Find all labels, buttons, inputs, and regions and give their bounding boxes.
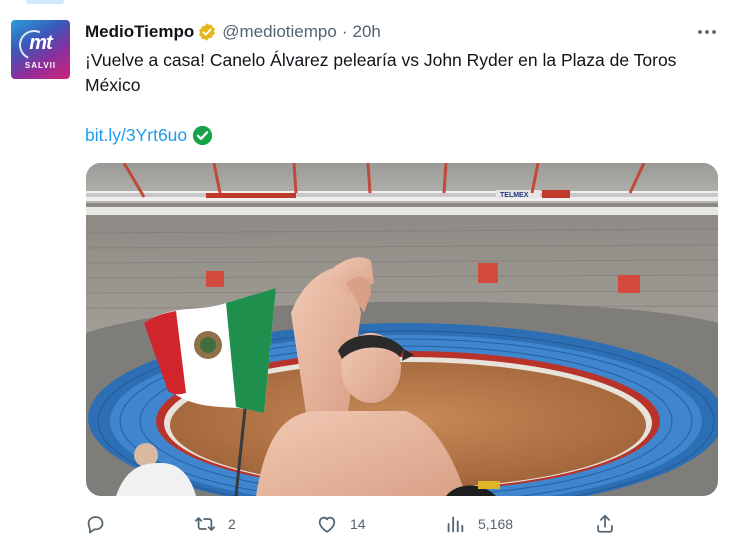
like-count: 14	[350, 516, 366, 532]
views-button[interactable]: 5,168	[444, 509, 513, 539]
repost-button[interactable]: 2	[194, 509, 236, 539]
post-header: MedioTiempo @mediotiempo · 20h	[85, 21, 381, 43]
like-icon	[318, 516, 336, 533]
post-link-line: bit.ly/3Yrt6uo	[85, 123, 213, 147]
reply-icon	[87, 516, 104, 534]
like-button[interactable]: 14	[316, 509, 366, 539]
header-separator: ·	[341, 22, 348, 41]
share-button[interactable]	[594, 509, 616, 539]
verified-badge-icon[interactable]	[197, 22, 217, 42]
link-verified-icon	[193, 125, 213, 145]
more-icon[interactable]	[695, 22, 719, 42]
reply-button[interactable]	[84, 509, 118, 539]
author-handle[interactable]: @mediotiempo	[222, 22, 337, 42]
views-count: 5,168	[478, 516, 514, 532]
top-strip	[0, 0, 745, 6]
post-text: ¡Vuelve a casa! Canelo Álvarez pelearía …	[85, 50, 677, 95]
views-icon	[447, 516, 464, 533]
avatar[interactable]: mt SALVII	[11, 20, 70, 79]
active-tab-indicator	[26, 0, 64, 4]
repost-count: 2	[228, 516, 236, 532]
stadium-banner-text: TELMEX	[500, 192, 529, 199]
avatar-logo-text: mt	[29, 32, 52, 54]
author-name[interactable]: MedioTiempo	[85, 22, 194, 42]
action-bar: 2 14 5,168	[84, 509, 724, 539]
bullring-photo: TELMEX	[86, 163, 718, 496]
post-link[interactable]: bit.ly/3Yrt6uo	[85, 125, 187, 146]
share-icon	[597, 514, 613, 533]
post-media-image[interactable]: TELMEX	[86, 163, 718, 496]
repost-icon	[194, 517, 216, 531]
avatar-subtext: SALVII	[24, 61, 57, 70]
post-timestamp[interactable]: 20h	[353, 22, 381, 42]
